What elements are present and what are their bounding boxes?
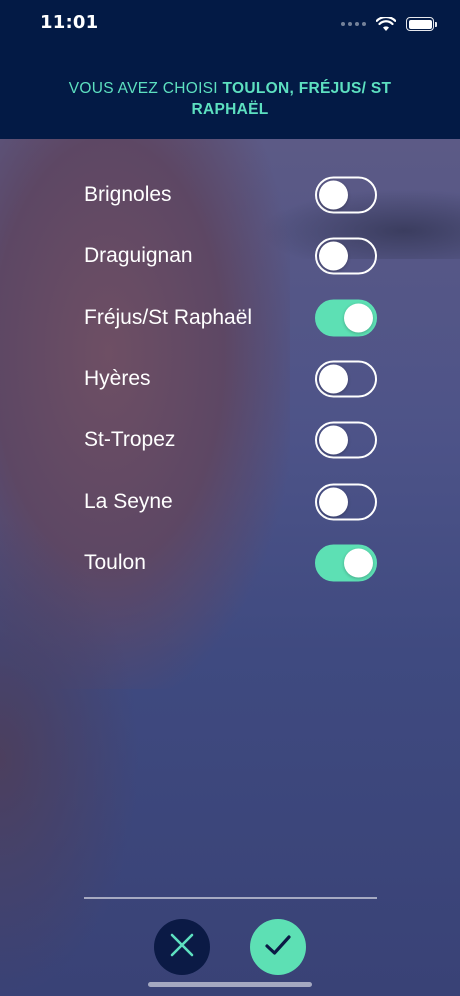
divider: [84, 897, 377, 899]
city-label: Fréjus/St Raphaël: [84, 306, 253, 329]
battery-icon: [406, 17, 437, 31]
toggle-knob: [319, 425, 348, 455]
toggle-knob: [319, 180, 348, 210]
city-label: La Seyne: [84, 490, 173, 513]
city-row-la-seyne: La Seyne: [0, 471, 460, 533]
city-row-toulon: Toulon: [0, 532, 460, 594]
toggle-la-seyne[interactable]: [315, 483, 377, 521]
city-row-draguignan: Draguignan: [0, 225, 460, 287]
selection-prefix: VOUS AVEZ CHOISI: [68, 80, 223, 97]
cancel-button[interactable]: [154, 919, 210, 975]
city-row-brignoles: Brignoles: [0, 164, 460, 226]
city-label: Brignoles: [84, 183, 172, 206]
close-icon: [169, 932, 195, 962]
status-bar: 11:01: [0, 0, 460, 50]
city-label: St-Tropez: [84, 428, 176, 451]
toggle-brignoles[interactable]: [315, 176, 377, 214]
city-row-st-tropez: St-Tropez: [0, 409, 460, 471]
toggle-toulon[interactable]: [315, 544, 377, 582]
toggle-knob: [319, 241, 348, 271]
toggle-st-tropez[interactable]: [315, 421, 377, 459]
confirm-button[interactable]: [250, 919, 306, 975]
status-icons: [341, 14, 437, 34]
city-label: Draguignan: [84, 244, 193, 267]
city-row-hyeres: Hyères: [0, 348, 460, 410]
city-row-frejus: Fréjus/St Raphaël: [0, 287, 460, 349]
wifi-icon: [376, 16, 396, 32]
toggle-knob: [344, 303, 373, 333]
check-icon: [264, 933, 292, 961]
home-indicator: [148, 982, 312, 987]
selection-title: VOUS AVEZ CHOISI TOULON, FRÉJUS/ ST RAPH…: [40, 78, 420, 120]
header: 11:01 VOUS AVEZ CHOISI TOULON, FRÉJUS/ S…: [0, 0, 460, 139]
toggle-hyeres[interactable]: [315, 360, 377, 398]
toggle-knob: [319, 364, 348, 394]
city-label: Hyères: [84, 367, 151, 390]
signal-dots-icon: [341, 22, 366, 26]
toggle-knob: [344, 548, 373, 578]
toggle-knob: [319, 487, 348, 517]
status-time: 11:01: [40, 12, 99, 33]
toggle-draguignan[interactable]: [315, 237, 377, 275]
toggle-frejus[interactable]: [315, 299, 377, 337]
city-label: Toulon: [84, 551, 146, 574]
